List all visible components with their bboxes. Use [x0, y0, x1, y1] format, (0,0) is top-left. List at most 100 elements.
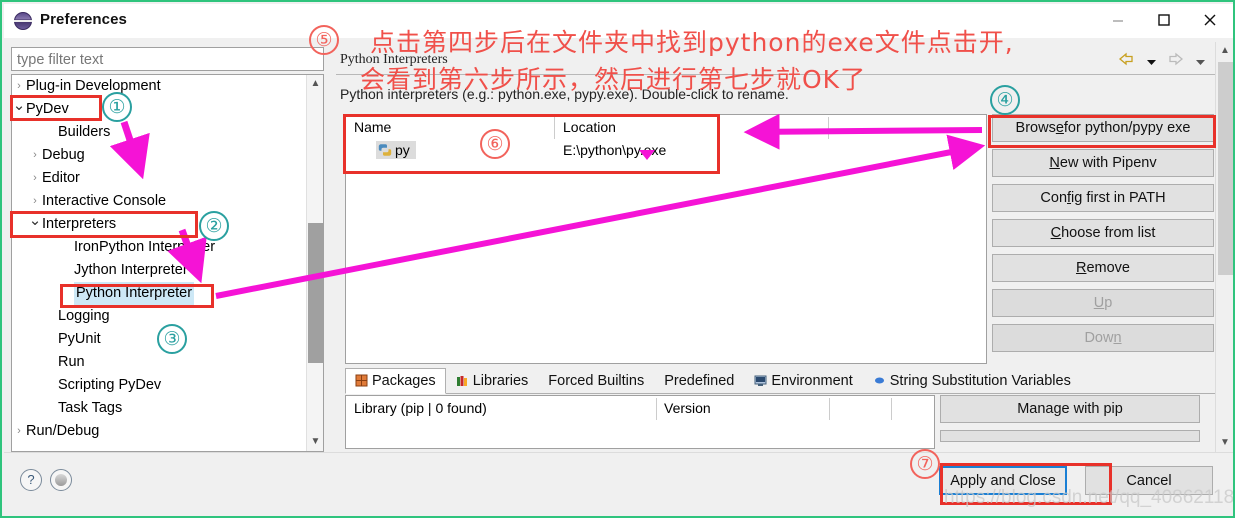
panel-nav-icons: [1112, 52, 1227, 71]
sidebar-item-label: Editor: [42, 170, 80, 186]
apply-dot-icon[interactable]: [50, 469, 72, 491]
sidebar-item-plug-in-development[interactable]: › Plug-in Development: [12, 75, 323, 98]
sidebar-item-logging[interactable]: Logging: [12, 305, 323, 328]
scroll-thumb[interactable]: [308, 223, 323, 363]
sidebar-item-label: Run: [58, 354, 85, 370]
interpreter-actions: Brows e for python/pypy exe New with Pipen…: [992, 114, 1214, 359]
back-icon[interactable]: [1118, 52, 1135, 71]
sidebar-item-label: Run/Debug: [26, 423, 100, 439]
window-title: Preferences: [40, 11, 127, 28]
down-button: Dow n: [992, 324, 1214, 352]
tab-packages[interactable]: Packages: [345, 368, 446, 394]
main-panel: Python Interpreters Python interpreters …: [332, 42, 1233, 452]
sidebar-item-run[interactable]: Run: [12, 351, 323, 374]
minimize-icon[interactable]: [1095, 4, 1141, 36]
eclipse-preferences-icon: [14, 12, 32, 30]
tab-label: Environment: [771, 373, 853, 389]
column-header-version[interactable]: Version: [664, 400, 711, 416]
sidebar-item-debug[interactable]: › Debug: [12, 144, 323, 167]
remove-button[interactable]: Remove: [992, 254, 1214, 282]
tree-scrollbar[interactable]: ▲ ▼: [306, 75, 323, 451]
scroll-up-icon[interactable]: ▲: [307, 75, 323, 93]
sidebar-item-label: Plug-in Development: [26, 78, 161, 94]
column-header-library[interactable]: Library (pip | 0 found): [354, 400, 487, 416]
chevron-right-icon[interactable]: ›: [12, 420, 26, 443]
chevron-right-icon[interactable]: ›: [28, 167, 42, 190]
scroll-up-icon[interactable]: ▲: [1216, 42, 1233, 60]
column-divider: [656, 398, 657, 420]
back-dropdown-icon[interactable]: [1146, 53, 1157, 71]
string-var-icon: [873, 371, 886, 396]
packages-table[interactable]: Library (pip | 0 found) Version: [345, 395, 935, 449]
table-row[interactable]: py: [376, 141, 416, 159]
sidebar-item-python-interpreter[interactable]: Python Interpreter: [12, 282, 323, 305]
column-divider: [554, 117, 555, 139]
new-with-pipenv-button[interactable]: New with Pipenv: [992, 149, 1214, 177]
sidebar-item-ironpython-interpreter[interactable]: IronPython Interpreter: [12, 236, 323, 259]
up-button: Up: [992, 289, 1214, 317]
chevron-right-icon[interactable]: ›: [28, 144, 42, 167]
watermark: https://blog.csdn.net/qq_40862118: [944, 487, 1235, 508]
choose-from-list-button[interactable]: Choose from list: [992, 219, 1214, 247]
interpreter-table[interactable]: Name Location py E:\python\py.exe: [345, 114, 987, 364]
maximize-icon[interactable]: [1141, 4, 1187, 36]
tab-environment[interactable]: Environment: [744, 368, 862, 394]
filter-input[interactable]: type filter text: [11, 47, 324, 71]
column-divider: [829, 398, 830, 420]
sidebar-item-interactive-console[interactable]: › Interactive Console: [12, 190, 323, 213]
annotation-line-1: 点击第四步后在文件夹中找到python的exe文件点击开,: [370, 28, 1014, 57]
chevron-right-icon[interactable]: ›: [12, 75, 26, 98]
question-mark-icon[interactable]: ?: [20, 469, 42, 491]
sidebar-item-pyunit[interactable]: PyUnit: [12, 328, 323, 351]
forward-dropdown-icon[interactable]: [1195, 53, 1206, 71]
sidebar-item-label: Builders: [58, 124, 111, 140]
column-divider: [828, 117, 829, 139]
sidebar-item-run-debug[interactable]: › Run/Debug: [12, 420, 323, 443]
tab-label: Predefined: [664, 373, 735, 389]
chevron-down-icon[interactable]: ⌄: [12, 98, 26, 114]
chevron-right-icon[interactable]: ›: [28, 190, 42, 213]
tab-string-substitution-variables[interactable]: String Substitution Variables: [863, 368, 1081, 394]
secondary-pip-button[interactable]: [940, 430, 1200, 442]
tab-predefined[interactable]: Predefined: [654, 368, 744, 394]
sidebar-item-label: Task Tags: [58, 400, 123, 416]
sidebar-item-pydev[interactable]: ⌄ PyDev: [12, 98, 323, 121]
chevron-down-icon[interactable]: ⌄: [28, 213, 42, 229]
scroll-down-icon[interactable]: ▼: [1216, 434, 1233, 452]
scroll-down-icon[interactable]: ▼: [307, 433, 323, 451]
annotation-line-2: 会看到第六步所示，然后进行第七步就OK了: [360, 65, 867, 94]
sidebar-item-label: Logging: [58, 308, 110, 324]
preferences-window: Preferences type filter text › Plug-in De…: [0, 0, 1235, 518]
sidebar-item-scripting-pydev[interactable]: Scripting PyDev: [12, 374, 323, 397]
forward-icon[interactable]: [1167, 52, 1184, 71]
tab-label: Packages: [372, 373, 436, 389]
interpreter-detail-tabs[interactable]: Packages Libraries Forced Builtins Predefin…: [345, 368, 1215, 394]
preferences-tree[interactable]: › Plug-in Development ⌄ PyDev Builders › Debug…: [11, 74, 324, 452]
sidebar-item-label: Python Interpreter: [74, 282, 195, 305]
interpreter-location: E:\python\py.exe: [563, 142, 667, 158]
tab-forced-builtins[interactable]: Forced Builtins: [538, 368, 654, 394]
tab-label: String Substitution Variables: [889, 373, 1071, 389]
interpreter-name: py: [395, 142, 410, 158]
tab-label: Forced Builtins: [548, 373, 645, 389]
sidebar-item-builders[interactable]: Builders: [12, 121, 323, 144]
sidebar-item-label: IronPython Interpreter: [74, 239, 216, 255]
manage-with-pip-button[interactable]: Manage with pip: [940, 395, 1200, 423]
sidebar-item-jython-interpreter[interactable]: Jython Interpreter: [12, 259, 323, 282]
environment-icon: [754, 371, 767, 396]
browse-for-python-pypy-exe-button[interactable]: Brows e for python/pypy exe: [992, 114, 1214, 142]
python-file-icon: [378, 143, 392, 157]
main-panel-scrollbar[interactable]: ▲ ▼: [1215, 42, 1233, 452]
scroll-thumb[interactable]: [1218, 62, 1233, 275]
sidebar-item-label: Scripting PyDev: [58, 377, 162, 393]
tab-libraries[interactable]: Libraries: [446, 368, 539, 394]
column-divider: [891, 398, 892, 420]
sidebar-item-task-tags[interactable]: Task Tags: [12, 397, 323, 420]
column-header-name[interactable]: Name: [354, 119, 391, 135]
close-icon[interactable]: [1187, 4, 1233, 36]
sidebar-item-interpreters[interactable]: ⌄ Interpreters: [12, 213, 323, 236]
sidebar-item-label: PyUnit: [58, 331, 101, 347]
sidebar-item-editor[interactable]: › Editor: [12, 167, 323, 190]
column-header-location[interactable]: Location: [563, 119, 616, 135]
config-first-in-path-button[interactable]: Con f ig first in PATH: [992, 184, 1214, 212]
